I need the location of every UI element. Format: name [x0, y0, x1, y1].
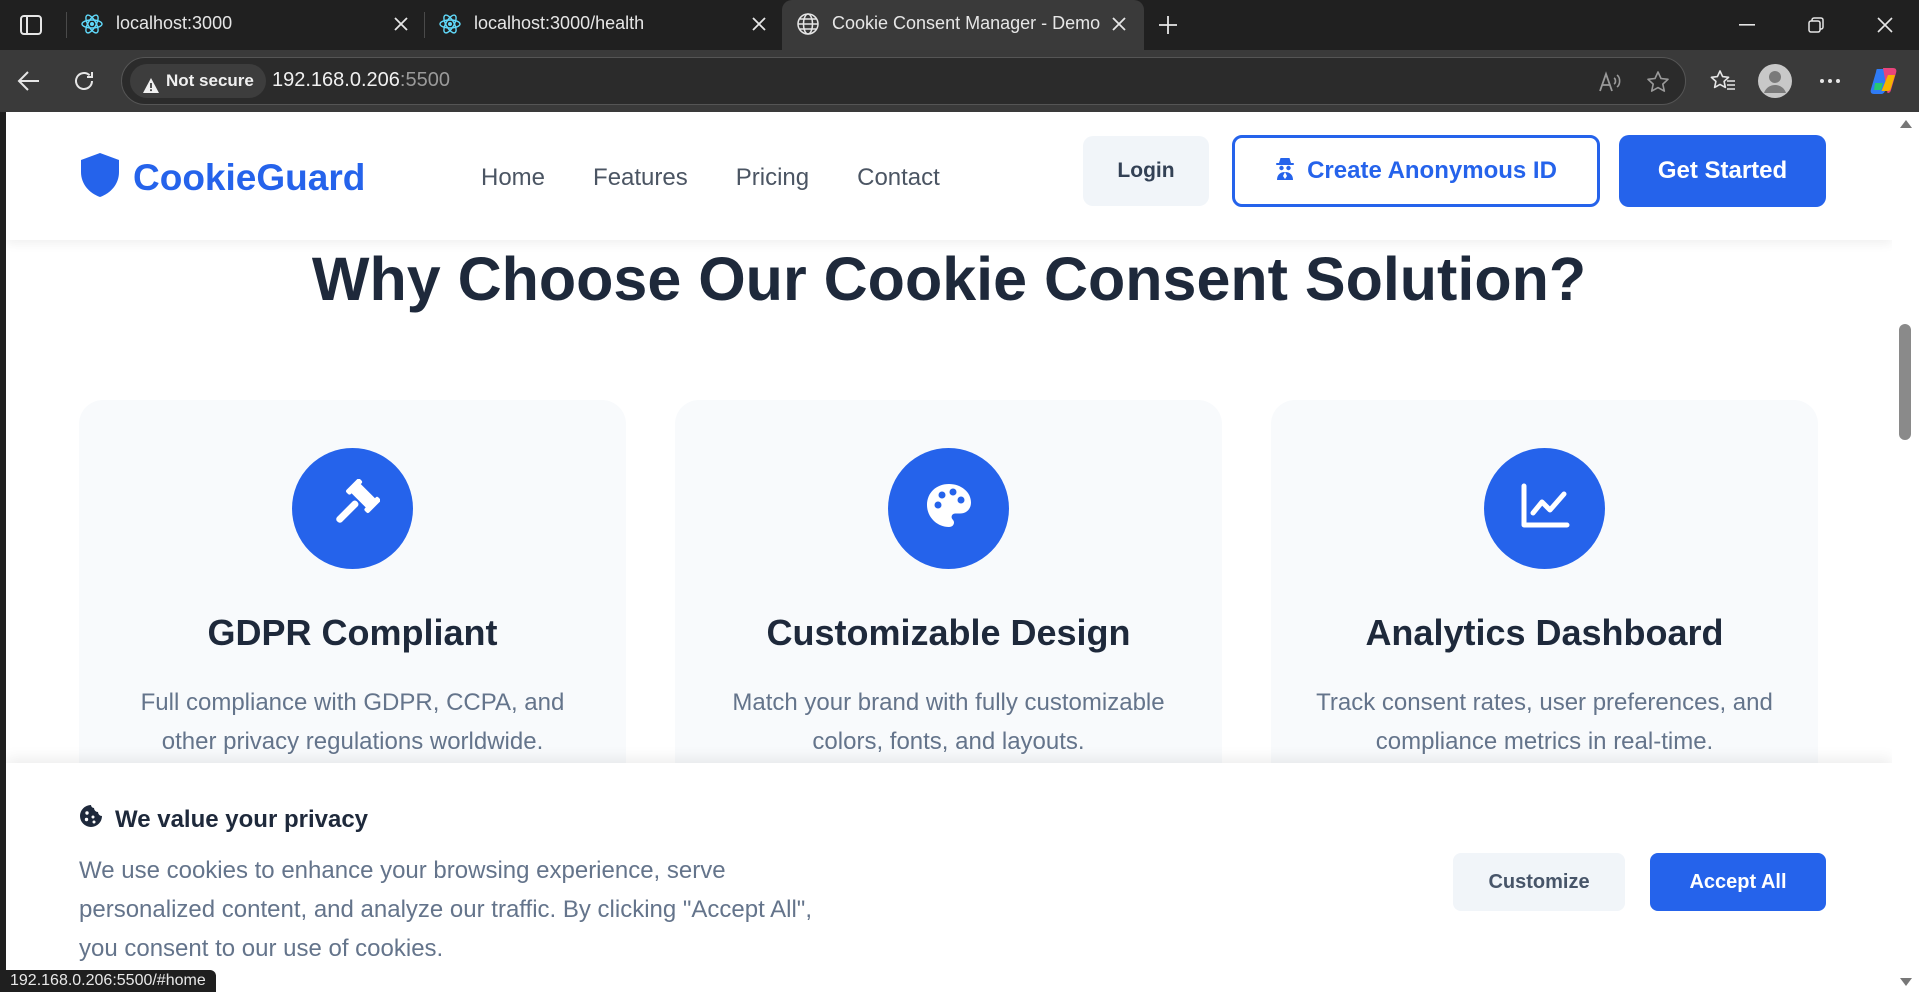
nav-link-features[interactable]: Features	[593, 164, 688, 192]
feature-title: Customizable Design	[766, 612, 1131, 653]
scroll-down-arrow-icon[interactable]	[1900, 978, 1912, 986]
browser-toolbar: Not secure 192.168.0.206:5500	[0, 50, 1919, 112]
cookie-consent-banner: We value your privacy We use cookies to …	[6, 763, 1892, 992]
copilot-icon[interactable]	[1868, 64, 1902, 98]
feature-card-analytics: Analytics Dashboard Track consent rates,…	[1271, 400, 1818, 820]
feature-desc: Match your brand with fully customizable…	[732, 689, 1165, 755]
feature-card-gdpr: GDPR Compliant Full compliance with GDPR…	[79, 400, 626, 820]
url-port: :5500	[399, 69, 450, 91]
new-tab-plus-icon[interactable]	[1152, 10, 1184, 40]
window-close-icon[interactable]	[1862, 8, 1908, 42]
feature-icon-circle	[888, 448, 1009, 569]
nav-link-home[interactable]: Home	[481, 164, 545, 192]
react-icon	[80, 12, 104, 36]
scroll-thumb[interactable]	[1899, 324, 1911, 440]
create-anonymous-id-button[interactable]: Create Anonymous ID	[1232, 135, 1600, 207]
warning-icon	[142, 72, 160, 106]
link-status-bar: 192.168.0.206:5500/#home	[0, 970, 216, 992]
close-icon[interactable]	[748, 13, 770, 35]
feature-desc: Track consent rates, user preferences, a…	[1316, 689, 1773, 755]
anon-label: Create Anonymous ID	[1307, 157, 1557, 184]
palette-icon	[924, 481, 974, 536]
scroll-up-arrow-icon[interactable]	[1900, 120, 1912, 128]
gavel-icon	[326, 478, 380, 538]
tab-cookie-consent-demo[interactable]: Cookie Consent Manager - Demo	[782, 0, 1144, 50]
user-secret-icon	[1275, 156, 1295, 187]
tab-label: localhost:3000/health	[474, 13, 645, 33]
globe-icon	[796, 12, 820, 36]
page-scrollbar[interactable]	[1892, 112, 1919, 992]
close-icon[interactable]	[1108, 13, 1130, 35]
cookie-banner-title-text: We value your privacy	[115, 805, 369, 833]
section-title: Why Choose Our Cookie Consent Solution?	[311, 245, 1587, 313]
tab-localhost-3000[interactable]: localhost:3000	[66, 0, 422, 50]
security-label: Not secure	[166, 71, 254, 90]
site-nav: Home Features Pricing Contact	[481, 164, 988, 192]
cookie-banner-text: We use cookies to enhance your browsing …	[79, 857, 812, 962]
security-chip[interactable]: Not secure	[130, 64, 266, 98]
more-options-icon[interactable]	[1813, 64, 1847, 98]
feature-icon-circle	[1484, 448, 1605, 569]
tab-label: Cookie Consent Manager - Demo	[832, 13, 1101, 33]
feature-title: Analytics Dashboard	[1365, 612, 1724, 653]
cookie-banner-title: We value your privacy	[79, 804, 368, 835]
feature-desc: Full compliance with GDPR, CCPA, and oth…	[140, 689, 565, 755]
url-text[interactable]: 192.168.0.206:5500	[272, 69, 450, 92]
cookie-icon	[79, 804, 103, 835]
chart-line-icon	[1520, 483, 1570, 534]
close-icon[interactable]	[390, 13, 412, 35]
feature-title: GDPR Compliant	[207, 612, 498, 653]
accept-all-button[interactable]: Accept All	[1650, 853, 1826, 911]
feature-icon-circle	[292, 448, 413, 569]
customize-button[interactable]: Customize	[1453, 853, 1625, 911]
get-started-button[interactable]: Get Started	[1619, 135, 1826, 207]
minimize-icon[interactable]	[1724, 8, 1770, 42]
brand-name: CookieGuard	[133, 156, 366, 198]
nav-link-contact[interactable]: Contact	[857, 164, 940, 192]
url-host: 192.168.0.206	[272, 69, 400, 91]
profile-avatar-icon[interactable]	[1758, 64, 1792, 98]
restore-icon[interactable]	[1793, 8, 1839, 42]
tab-label: localhost:3000	[116, 13, 233, 33]
back-arrow-icon[interactable]	[12, 64, 46, 98]
page-viewport: CookieGuard Home Features Pricing Contac…	[6, 112, 1892, 992]
favorites-icon[interactable]	[1706, 64, 1740, 98]
feature-card-design: Customizable Design Match your brand wit…	[675, 400, 1222, 820]
react-icon	[438, 12, 462, 36]
favorite-star-icon[interactable]	[1644, 68, 1672, 96]
reload-icon[interactable]	[67, 64, 101, 98]
nav-link-pricing[interactable]: Pricing	[736, 164, 809, 192]
tab-localhost-health[interactable]: localhost:3000/health	[424, 0, 780, 50]
address-bar[interactable]: Not secure 192.168.0.206:5500	[121, 57, 1686, 105]
browser-tab-bar: localhost:3000 localhost:3000/health Coo…	[0, 0, 1919, 50]
site-header: CookieGuard Home Features Pricing Contac…	[6, 112, 1892, 240]
login-button[interactable]: Login	[1083, 136, 1209, 206]
brand-logo[interactable]: CookieGuard	[79, 152, 365, 203]
read-aloud-icon[interactable]	[1596, 68, 1624, 96]
shield-icon	[79, 152, 121, 203]
tab-actions-icon[interactable]	[12, 10, 50, 40]
